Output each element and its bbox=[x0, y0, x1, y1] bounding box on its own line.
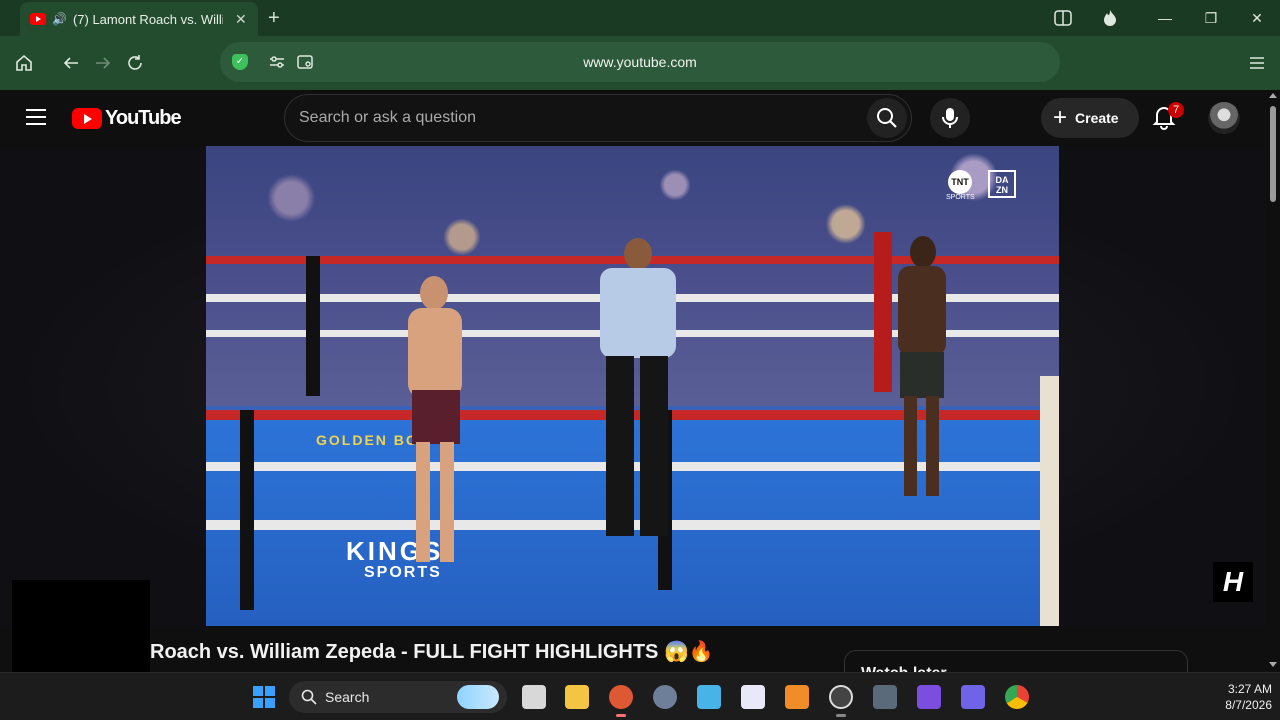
avatar[interactable] bbox=[1208, 102, 1240, 134]
corner-post-white bbox=[1040, 376, 1059, 626]
search-icon bbox=[877, 108, 897, 128]
search-input[interactable] bbox=[299, 95, 859, 141]
search-button[interactable] bbox=[867, 98, 907, 138]
minimize-button[interactable]: — bbox=[1142, 0, 1188, 36]
speaker-icon[interactable]: 🔊 bbox=[52, 12, 67, 26]
forward-arrow-icon[interactable] bbox=[91, 51, 115, 75]
overlay-black-panel bbox=[12, 580, 150, 680]
browser-toolbar: ✓ www.youtube.com bbox=[0, 36, 1280, 90]
youtube-favicon-icon bbox=[30, 13, 46, 25]
create-label: Create bbox=[1075, 110, 1119, 126]
video-title: Roach vs. William Zepeda - FULL FIGHT HI… bbox=[150, 641, 714, 663]
page-scrollbar[interactable] bbox=[1266, 90, 1280, 672]
calculator-icon[interactable] bbox=[873, 685, 897, 709]
search-box bbox=[284, 94, 912, 142]
duckduckgo-browser-icon[interactable] bbox=[609, 685, 633, 709]
voice-search-button[interactable] bbox=[930, 98, 970, 138]
search-icon bbox=[301, 689, 317, 705]
url-text[interactable]: www.youtube.com bbox=[220, 54, 1060, 70]
clock-time: 3:27 AM bbox=[1227, 682, 1272, 696]
menu-icon[interactable] bbox=[1245, 51, 1269, 75]
youtube-play-icon bbox=[72, 108, 102, 129]
close-window-button[interactable]: ✕ bbox=[1234, 0, 1280, 36]
plus-icon: + bbox=[1053, 104, 1068, 131]
new-tab-button[interactable]: + bbox=[268, 7, 280, 30]
fl-studio-icon[interactable] bbox=[785, 685, 809, 709]
taskbar-search[interactable]: Search bbox=[289, 681, 507, 713]
back-arrow-icon[interactable] bbox=[59, 51, 83, 75]
youtube-logo-text: YouTube bbox=[105, 107, 182, 129]
obs-studio-icon[interactable] bbox=[829, 685, 853, 709]
tnt-sports-logo: TNT bbox=[948, 170, 972, 194]
youtube-logo[interactable]: YouTube bbox=[72, 107, 182, 130]
fighter-left bbox=[396, 276, 476, 586]
referee bbox=[586, 238, 686, 558]
youtube-header: YouTube + Create 7 bbox=[0, 90, 1266, 146]
create-button[interactable]: + Create bbox=[1041, 98, 1139, 138]
split-view-icon[interactable] bbox=[1040, 0, 1086, 36]
running-app-indicator bbox=[836, 714, 846, 717]
snipping-tool-icon[interactable] bbox=[741, 685, 765, 709]
system-clock[interactable]: 3:27 AM 8/7/2026 bbox=[1196, 681, 1272, 713]
fighter-right bbox=[886, 236, 956, 516]
microphone-icon bbox=[942, 108, 958, 128]
notepad-icon[interactable] bbox=[697, 685, 721, 709]
scroll-down-arrow-icon[interactable] bbox=[1269, 662, 1277, 667]
settings-gear-icon[interactable] bbox=[653, 685, 677, 709]
tnt-sports-sub-label: SPORTS bbox=[946, 194, 975, 201]
tab-close-icon[interactable]: ✕ bbox=[235, 11, 247, 28]
flame-icon[interactable] bbox=[1087, 0, 1133, 36]
chrome-icon[interactable] bbox=[1005, 685, 1029, 709]
file-explorer-icon[interactable] bbox=[565, 685, 589, 709]
video-player[interactable]: GOLDEN BOY KINGS SPORTS TNT SPORTS DA ZN bbox=[206, 146, 1059, 626]
clipchamp-icon[interactable] bbox=[917, 685, 941, 709]
browser-tab[interactable]: 🔊 (7) Lamont Roach vs. William Zepeda - … bbox=[20, 2, 258, 36]
address-bar[interactable]: ✓ www.youtube.com bbox=[220, 42, 1060, 82]
channel-watermark-logo: H bbox=[1213, 562, 1253, 602]
active-app-indicator bbox=[616, 714, 626, 717]
windows-taskbar: Search 3:27 AM 8/7/2026 bbox=[0, 672, 1280, 720]
rope-pad bbox=[306, 256, 320, 396]
tab-title: (7) Lamont Roach vs. William Zepeda - FU… bbox=[72, 11, 223, 27]
reload-icon[interactable] bbox=[123, 51, 147, 75]
rope-pad bbox=[240, 410, 254, 610]
home-icon[interactable] bbox=[12, 51, 36, 75]
scrollbar-thumb[interactable] bbox=[1270, 106, 1276, 202]
scroll-up-arrow-icon[interactable] bbox=[1269, 93, 1277, 98]
restore-button[interactable]: ❐ bbox=[1188, 0, 1234, 36]
notes-app-icon[interactable] bbox=[961, 685, 985, 709]
windows-start-icon[interactable] bbox=[252, 685, 276, 709]
notifications-button[interactable]: 7 bbox=[1152, 102, 1184, 132]
task-view-icon[interactable] bbox=[522, 685, 546, 709]
dazn-logo: DA ZN bbox=[988, 170, 1016, 198]
clock-date: 8/7/2026 bbox=[1225, 698, 1272, 712]
guide-menu-icon[interactable] bbox=[26, 109, 46, 125]
browser-tab-bar: 🔊 (7) Lamont Roach vs. William Zepeda - … bbox=[0, 0, 1280, 36]
search-highlight-icon bbox=[457, 685, 499, 709]
notification-badge: 7 bbox=[1168, 102, 1184, 118]
taskbar-search-label: Search bbox=[325, 689, 370, 705]
